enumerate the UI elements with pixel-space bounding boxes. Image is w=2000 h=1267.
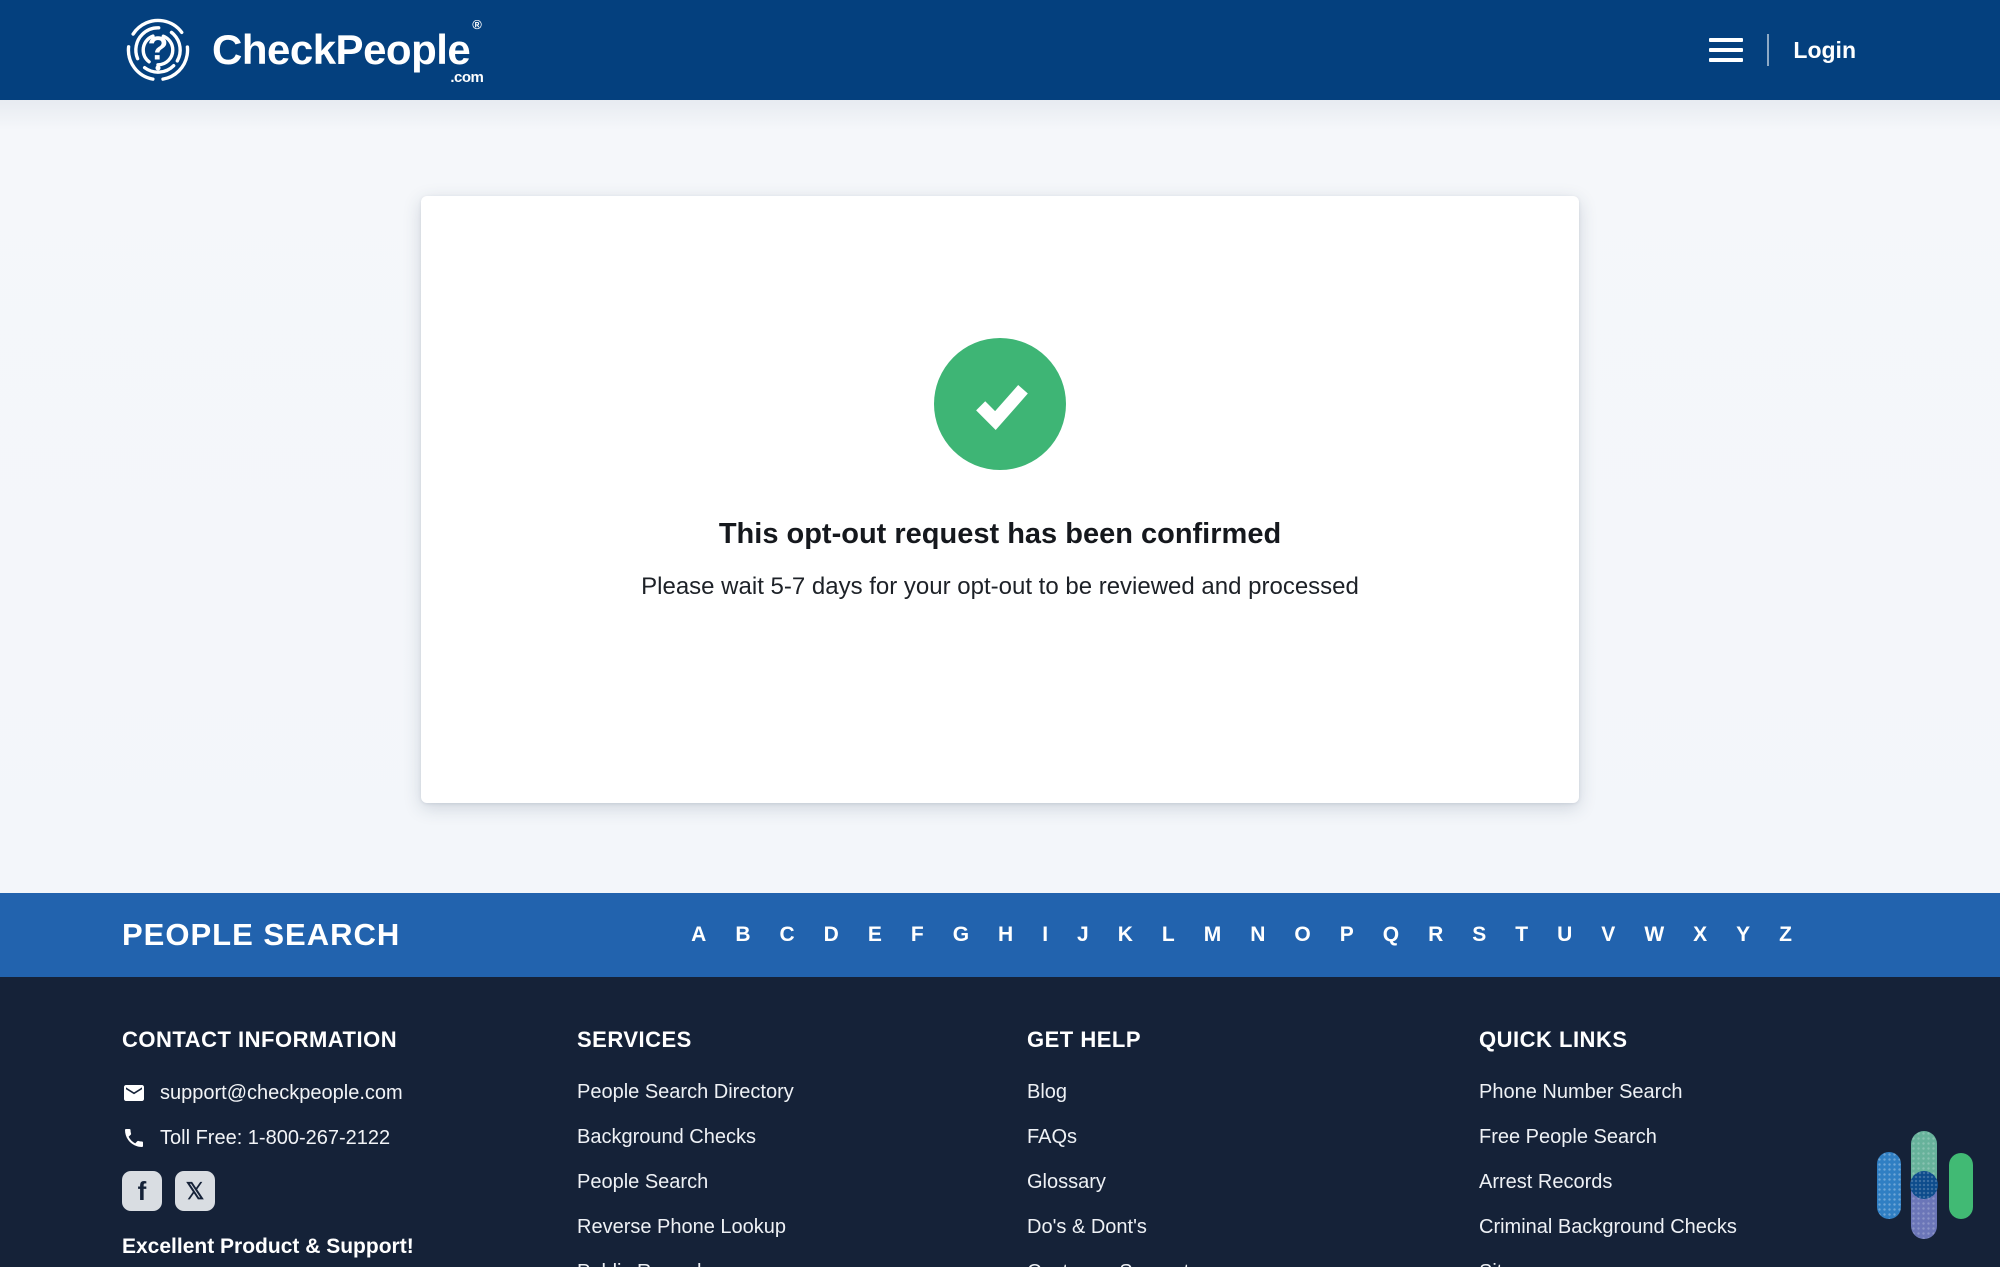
letter-link[interactable]: B xyxy=(735,923,750,947)
letter-link[interactable]: A xyxy=(691,923,706,947)
letter-link[interactable]: D xyxy=(824,923,839,947)
phone-text: Toll Free: 1-800-267-2122 xyxy=(160,1127,390,1150)
envelope-icon xyxy=(122,1081,146,1105)
registered-mark: ® xyxy=(472,17,481,32)
letter-link[interactable]: C xyxy=(780,923,795,947)
letter-link[interactable]: F xyxy=(911,923,924,947)
top-navbar: ? CheckPeople® .com Login xyxy=(0,0,2000,100)
hamburger-menu-icon[interactable] xyxy=(1709,38,1743,62)
facebook-icon[interactable]: f xyxy=(122,1171,162,1211)
email-text: support@checkpeople.com xyxy=(160,1082,403,1105)
letter-link[interactable]: P xyxy=(1340,923,1354,947)
fingerprint-question-icon: ? xyxy=(120,12,196,88)
footer-link[interactable]: Reverse Phone Lookup xyxy=(577,1216,1027,1239)
letter-link[interactable]: L xyxy=(1162,923,1175,947)
footer-link[interactable]: People Search xyxy=(577,1171,1027,1194)
brand-name: CheckPeople® .com xyxy=(212,26,493,74)
phone-icon xyxy=(122,1126,146,1150)
letter-link[interactable]: K xyxy=(1118,923,1133,947)
main-content: This opt-out request has been confirmed … xyxy=(0,100,2000,893)
contact-heading: CONTACT INFORMATION xyxy=(122,1027,577,1053)
letter-link[interactable]: O xyxy=(1294,923,1310,947)
letter-link[interactable]: J xyxy=(1077,923,1089,947)
widget-bar-blue xyxy=(1877,1152,1901,1219)
letter-link[interactable]: M xyxy=(1204,923,1222,947)
footer-link[interactable]: People Search Directory xyxy=(577,1081,1027,1104)
brand-tld: .com xyxy=(450,69,483,86)
gethelp-links: Blog FAQs Glossary Do's & Dont's Customer Su… xyxy=(1027,1081,1479,1267)
navbar-right: Login xyxy=(1709,34,1856,66)
footer-link[interactable]: FAQs xyxy=(1027,1126,1479,1149)
footer-link[interactable]: Customer Support xyxy=(1027,1261,1479,1267)
footer-link[interactable]: Do's & Dont's xyxy=(1027,1216,1479,1239)
brand-logo[interactable]: ? CheckPeople® .com xyxy=(120,12,493,88)
letter-link[interactable]: V xyxy=(1601,923,1615,947)
gethelp-heading: GET HELP xyxy=(1027,1027,1479,1053)
letter-link[interactable]: Z xyxy=(1779,923,1792,947)
people-search-bar: PEOPLE SEARCH A B C D E F G H I J K L M N O P Q R S T U V W X Y Z xyxy=(0,893,2000,977)
confirmation-subtext: Please wait 5-7 days for your opt-out to… xyxy=(641,573,1359,601)
footer-gethelp-column: GET HELP Blog FAQs Glossary Do's & Dont's Cu… xyxy=(1027,1027,1479,1267)
letter-link[interactable]: W xyxy=(1644,923,1664,947)
letter-link[interactable]: N xyxy=(1250,923,1265,947)
letter-link[interactable]: H xyxy=(998,923,1013,947)
footer-link[interactable]: Sitemap xyxy=(1479,1261,2000,1267)
letter-link[interactable]: Q xyxy=(1383,923,1399,947)
confirmation-heading: This opt-out request has been confirmed xyxy=(719,518,1281,551)
phone-link[interactable]: Toll Free: 1-800-267-2122 xyxy=(122,1126,577,1150)
alphabet-links: A B C D E F G H I J K L M N O P Q R S T U V W X Y Z xyxy=(691,923,1792,947)
letter-link[interactable]: U xyxy=(1557,923,1572,947)
letter-link[interactable]: G xyxy=(953,923,969,947)
chat-widget-button[interactable] xyxy=(1868,1124,1983,1246)
letter-link[interactable]: X xyxy=(1693,923,1707,947)
confirmation-card: This opt-out request has been confirmed … xyxy=(421,196,1579,803)
social-links: f 𝕏 xyxy=(122,1171,577,1211)
letter-link[interactable]: T xyxy=(1515,923,1528,947)
footer-link[interactable]: Phone Number Search xyxy=(1479,1081,2000,1104)
services-links: People Search Directory Background Checks… xyxy=(577,1081,1027,1267)
nav-divider xyxy=(1767,34,1769,66)
footer-services-column: SERVICES People Search Directory Backgrou… xyxy=(577,1027,1027,1267)
footer: CONTACT INFORMATION support@checkpeople.… xyxy=(0,977,2000,1267)
services-heading: SERVICES xyxy=(577,1027,1027,1053)
letter-link[interactable]: Y xyxy=(1736,923,1750,947)
footer-link[interactable]: Public Records xyxy=(577,1261,1027,1267)
letter-link[interactable]: S xyxy=(1472,923,1486,947)
review-text: Excellent Product & Support! xyxy=(122,1235,577,1259)
footer-link[interactable]: Blog xyxy=(1027,1081,1479,1104)
login-link[interactable]: Login xyxy=(1793,37,1856,64)
footer-link[interactable]: Glossary xyxy=(1027,1171,1479,1194)
email-link[interactable]: support@checkpeople.com xyxy=(122,1081,577,1105)
letter-link[interactable]: E xyxy=(868,923,882,947)
letter-link[interactable]: R xyxy=(1428,923,1443,947)
letter-link[interactable]: I xyxy=(1042,923,1048,947)
quicklinks-heading: QUICK LINKS xyxy=(1479,1027,2000,1053)
svg-text:?: ? xyxy=(148,30,169,68)
x-twitter-icon[interactable]: 𝕏 xyxy=(175,1171,215,1211)
widget-bar-green xyxy=(1949,1153,1973,1219)
success-check-icon xyxy=(934,338,1066,470)
brand-name-text: CheckPeople xyxy=(212,26,470,73)
footer-contact-column: CONTACT INFORMATION support@checkpeople.… xyxy=(122,1027,577,1267)
footer-link[interactable]: Background Checks xyxy=(577,1126,1027,1149)
widget-dot xyxy=(1910,1171,1938,1199)
people-search-title: PEOPLE SEARCH xyxy=(122,917,400,953)
